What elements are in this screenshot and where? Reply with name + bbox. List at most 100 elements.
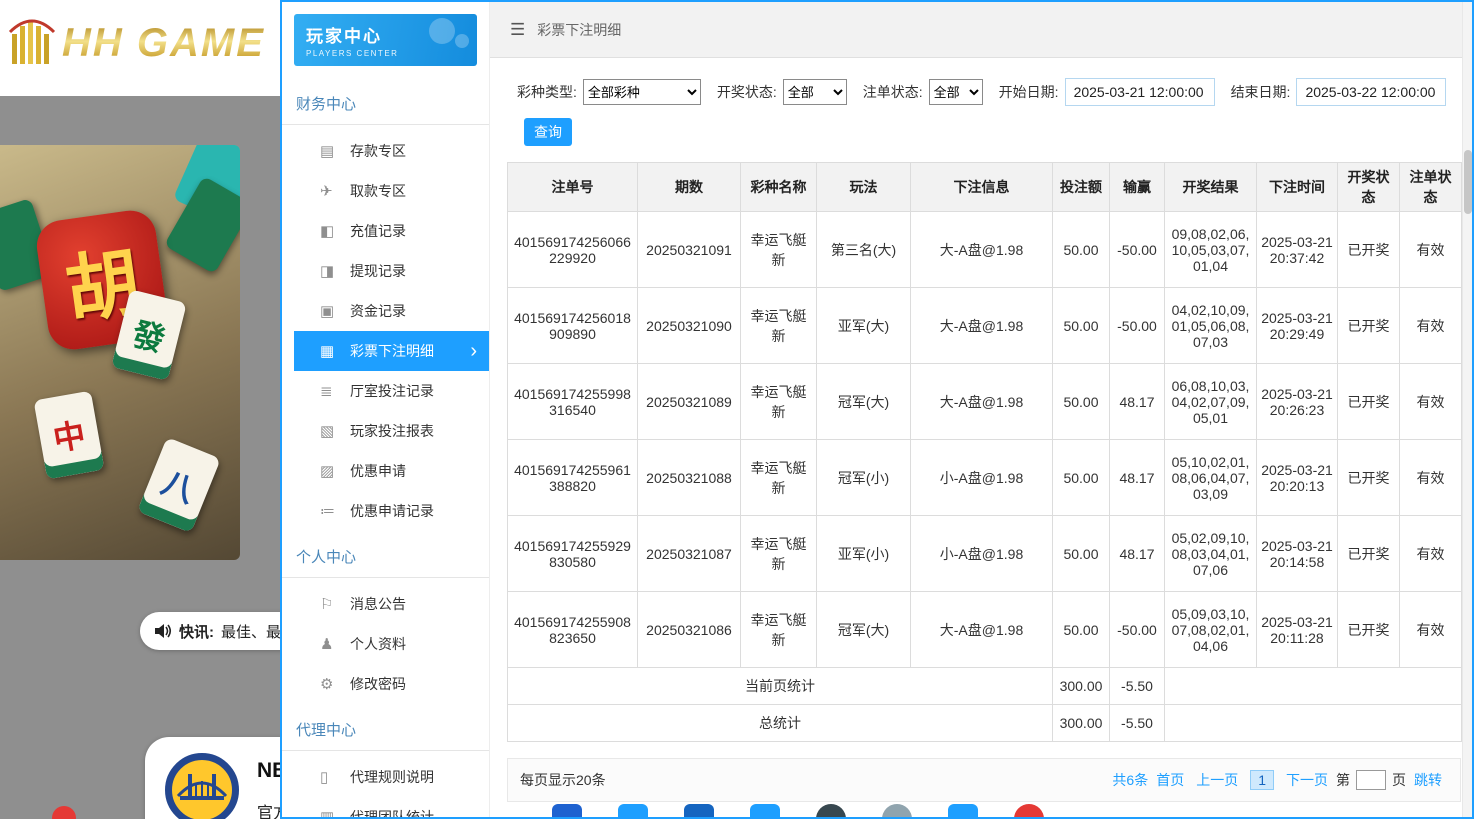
summary-label: 当前页统计 [508,668,1053,705]
lottery-type-select[interactable]: 全部彩种 [583,79,701,105]
footer-icon[interactable] [750,804,780,817]
table-cell: 2025-03-21 20:26:23 [1257,364,1338,440]
sidebar-item-label: 代理团队统计 [350,807,434,817]
start-date-input[interactable] [1065,78,1215,106]
decorative-bubble [455,34,469,48]
sidebar-item-recharge-record[interactable]: ◧充值记录 [294,211,489,251]
table-cell: 幸运飞艇新 [741,364,817,440]
search-button[interactable]: 查询 [524,118,572,146]
footer-icon[interactable] [552,804,582,817]
footer-icon[interactable] [948,804,978,817]
sidebar-item-profile[interactable]: ♟个人资料 [294,624,489,664]
column-header: 注单号 [508,163,638,212]
table-cell: 2025-03-21 20:14:58 [1257,516,1338,592]
funds-record-icon: ▣ [320,302,350,320]
table-row: 40156917425601890989020250321090幸运飞艇新亚军(… [508,288,1462,364]
column-header: 注单状态 [1400,163,1462,212]
sidebar-item-withdraw[interactable]: ✈取款专区 [294,171,489,211]
summary-winloss-total: -5.50 [1110,705,1165,742]
table-row: 40156917425599831654020250321089幸运飞艇新冠军(… [508,364,1462,440]
table-cell: 48.17 [1110,364,1165,440]
promo-apply-icon: ▨ [320,462,350,480]
sidebar-item-label: 存款专区 [350,141,406,161]
footer-icon[interactable] [816,804,846,817]
sidebar-item-hall-bet-record[interactable]: ≣厅室投注记录 [294,371,489,411]
agent-team-stats-icon: ▥ [320,808,350,817]
sidebar-item-cashout-record[interactable]: ◨提现记录 [294,251,489,291]
prev-page-link[interactable]: 上一页 [1196,770,1238,790]
scrollbar-thumb[interactable] [1464,150,1472,214]
jump-suffix: 页 [1392,770,1406,790]
bet-status-label: 注单状态: [863,82,923,102]
table-cell: -50.00 [1110,288,1165,364]
table-cell: 05,10,02,01,08,06,04,07,03,09 [1165,440,1257,516]
table-cell: -50.00 [1110,212,1165,288]
bet-status-select[interactable]: 全部 [929,79,983,105]
sidebar-item-funds-record[interactable]: ▣资金记录 [294,291,489,331]
table-cell: 有效 [1400,516,1462,592]
sidebar-item-player-bet-report[interactable]: ▧玩家投注报表 [294,411,489,451]
table-cell: 05,09,03,10,07,08,02,01,04,06 [1165,592,1257,668]
footer-icon[interactable] [684,804,714,817]
content-area: 彩种类型: 全部彩种 开奖状态: 全部 注单状态: 全部 开始日期: 结束日期:… [490,58,1462,817]
column-header: 彩种名称 [741,163,817,212]
table-row: 40156917425592983058020250321087幸运飞艇新亚军(… [508,516,1462,592]
hhgame-logo[interactable]: HH GAME [8,16,265,70]
table-row: 40156917425606622992020250321091幸运飞艇新第三名… [508,212,1462,288]
vertical-scrollbar[interactable] [1462,2,1472,817]
table-cell: 04,02,10,09,01,05,06,08,07,03 [1165,288,1257,364]
jump-button[interactable]: 跳转 [1414,770,1442,790]
sidebar-item-password[interactable]: ⚙修改密码 [294,664,489,704]
first-page-link[interactable]: 首页 [1156,770,1184,790]
current-page[interactable]: 1 [1250,770,1274,790]
sidebar-item-agent-team-stats[interactable]: ▥代理团队统计 [294,797,489,817]
table-cell: 小-A盘@1.98 [911,440,1053,516]
site-header: HH GAME [0,0,300,96]
sidebar-header-subtitle: PLAYERS CENTER [306,49,465,58]
table-cell: 已开奖 [1338,364,1400,440]
sidebar-item-promo-apply-record[interactable]: ≔优惠申请记录 [294,491,489,531]
table-cell: 有效 [1400,364,1462,440]
table-cell: 小-A盘@1.98 [911,516,1053,592]
sidebar-item-announcement[interactable]: ⚐消息公告 [294,584,489,624]
footer-icon[interactable] [882,804,912,817]
announcement-icon: ⚐ [320,595,350,613]
sidebar-item-deposit[interactable]: ▤存款专区 [294,131,489,171]
page-number-input[interactable] [1356,770,1386,790]
table-cell: 幸运飞艇新 [741,288,817,364]
draw-status-select[interactable]: 全部 [783,79,847,105]
sidebar-item-lottery-bet-detail[interactable]: ▦彩票下注明细› [294,331,489,371]
sidebar-item-label: 厅室投注记录 [350,381,434,401]
sidebar-item-agent-rules[interactable]: ▯代理规则说明 [294,757,489,797]
bet-table: 注单号期数彩种名称玩法下注信息投注额输赢开奖结果下注时间开奖状态注单状态 401… [507,162,1462,742]
pagination-bar: 每页显示20条 共6条 首页 上一页 1 下一页 第 页 跳转 [507,758,1461,802]
column-header: 下注信息 [911,163,1053,212]
sidebar-menu: 财务中心 ▤存款专区✈取款专区◧充值记录◨提现记录▣资金记录▦彩票下注明细›≣厅室… [282,78,489,817]
table-cell: 401569174255908823650 [508,592,638,668]
table-cell: 20250321091 [638,212,741,288]
column-header: 玩法 [817,163,911,212]
table-cell: 幸运飞艇新 [741,592,817,668]
table-row: 40156917425590882365020250321086幸运飞艇新冠军(… [508,592,1462,668]
table-cell: -50.00 [1110,592,1165,668]
next-page-link[interactable]: 下一页 [1286,770,1328,790]
table-cell: 06,08,10,03,04,02,07,09,05,01 [1165,364,1257,440]
summary-row: 当前页统计300.00-5.50 [508,668,1462,705]
mahjong-promo-image: 胡 發 中 八 [0,145,240,560]
speaker-icon [154,623,172,639]
sidebar-item-promo-apply[interactable]: ▨优惠申请 [294,451,489,491]
recharge-record-icon: ◧ [320,222,350,240]
decorative-bubble [429,18,455,44]
topbar: ☰ 彩票下注明细 [490,2,1472,58]
end-date-input[interactable] [1296,78,1446,106]
red-badge [52,806,76,819]
table-cell: 48.17 [1110,440,1165,516]
footer-icon[interactable] [618,804,648,817]
ticker-label: 快讯: [179,621,214,642]
footer-icon[interactable] [1014,804,1044,817]
table-cell: 已开奖 [1338,440,1400,516]
menu-toggle-icon[interactable]: ☰ [510,20,525,40]
sidebar-section-title: 财务中心 [282,78,489,125]
table-cell: 50.00 [1053,592,1110,668]
table-cell: 第三名(大) [817,212,911,288]
